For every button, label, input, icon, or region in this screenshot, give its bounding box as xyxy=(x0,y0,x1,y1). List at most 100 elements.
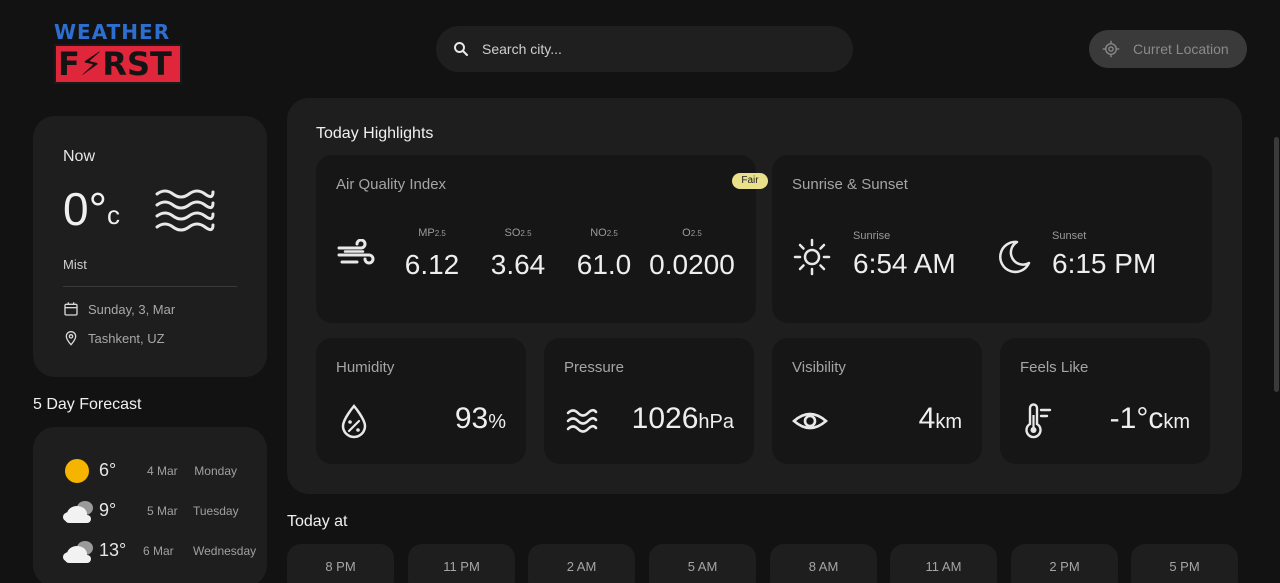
current-date: Sunday, 3, Mar xyxy=(88,302,176,317)
weather-description: Mist xyxy=(63,257,87,272)
search-bar[interactable] xyxy=(436,26,853,72)
hourly-item[interactable]: 8 AM xyxy=(770,544,877,583)
hourly-item[interactable]: 11 AM xyxy=(890,544,997,583)
divider xyxy=(63,286,237,287)
forecast-weekday: Tuesday xyxy=(193,504,239,518)
cloud-icon xyxy=(63,541,93,563)
aqi-item-name: NO xyxy=(590,227,607,239)
pressure-unit: hPa xyxy=(698,411,734,433)
air-quality-card: Air Quality Index Fair MP2.5 6.12 SO2.5 … xyxy=(316,155,768,323)
feels-like-unit: km xyxy=(1163,411,1190,433)
aqi-item-sub: 2.5 xyxy=(520,229,532,238)
forecast-row: 13° 6 Mar Wednesday xyxy=(63,537,257,565)
visibility-unit: km xyxy=(935,411,962,433)
scrollbar[interactable] xyxy=(1274,137,1279,392)
sunset-time: 6:15 PM xyxy=(1052,248,1157,279)
sun-label: Sunrise & Sunset xyxy=(792,176,908,193)
eye-icon xyxy=(792,412,828,430)
current-location: Tashkent, UZ xyxy=(88,331,165,346)
visibility-card: Visibility 4km xyxy=(772,338,982,464)
forecast-date: 5 Mar xyxy=(147,504,178,518)
logo[interactable]: WEATHER F⚡RST xyxy=(54,22,182,84)
feels-like-value: -1°ckm xyxy=(1110,402,1190,436)
sunrise-time: 6:54 AM xyxy=(853,248,956,279)
humidity-card: Humidity 93% xyxy=(316,338,526,464)
feels-like-number: -1°c xyxy=(1109,402,1164,435)
current-location-label: Curret Location xyxy=(1133,41,1229,57)
highlights-title: Today Highlights xyxy=(316,125,434,142)
hourly-item[interactable]: 5 PM xyxy=(1131,544,1238,583)
pressure-value: 1026hPa xyxy=(632,402,734,436)
location-pin-icon xyxy=(65,331,77,346)
aqi-item-name: SO xyxy=(504,227,521,239)
aqi-label: Air Quality Index xyxy=(336,176,447,193)
visibility-label: Visibility xyxy=(792,359,846,376)
cloud-icon xyxy=(63,501,93,523)
sunrise-icon xyxy=(793,238,831,276)
temperature-unit: c xyxy=(106,200,120,230)
hourly-item[interactable]: 5 AM xyxy=(649,544,756,583)
pressure-card: Pressure 1026hPa xyxy=(544,338,754,464)
forecast-date: 4 Mar xyxy=(147,464,178,478)
logo-bottom-text: F⚡RST xyxy=(54,44,182,84)
current-weather-card: Now 0°c Mist Sunday, 3, Mar Tashkent, UZ xyxy=(33,116,267,377)
now-title: Now xyxy=(63,148,96,165)
forecast-card: 6° 4 Mar Monday 9° 5 Mar Tuesday 13° 6 M… xyxy=(33,427,267,583)
sunrise-sunset-card: Sunrise & Sunset Sunrise 6:54 AM Sunset … xyxy=(772,155,1212,323)
aqi-item-value: 3.64 xyxy=(490,249,546,280)
aqi-item-sub: 2.5 xyxy=(690,229,702,238)
feels-like-card: Feels Like -1°ckm xyxy=(1000,338,1210,464)
aqi-item: O2.5 0.0200 xyxy=(642,227,742,281)
sun-icon xyxy=(65,459,89,483)
logo-top-text: WEATHER xyxy=(54,20,171,44)
forecast-temp: 13° xyxy=(99,540,127,560)
feels-like-label: Feels Like xyxy=(1020,359,1089,376)
humidity-label: Humidity xyxy=(336,359,395,376)
humidity-unit: % xyxy=(488,411,506,433)
mist-icon xyxy=(155,189,215,232)
humidity-number: 93 xyxy=(454,402,489,435)
aqi-item: NO2.5 61.0 xyxy=(564,227,644,281)
forecast-weekday: Wednesday xyxy=(193,544,257,558)
calendar-icon xyxy=(64,302,78,316)
aqi-item-sub: 2.5 xyxy=(606,229,618,238)
moon-icon xyxy=(999,240,1031,274)
aqi-item-sub: 2.5 xyxy=(434,229,446,238)
sunrise-label: Sunrise xyxy=(853,230,891,242)
aqi-item-value: 6.12 xyxy=(404,249,460,280)
visibility-value: 4km xyxy=(919,402,962,436)
forecast-row: 9° 5 Mar Tuesday xyxy=(63,497,243,525)
forecast-title: 5 Day Forecast xyxy=(33,396,142,413)
pressure-number: 1026 xyxy=(631,402,699,435)
aqi-item: SO2.5 3.64 xyxy=(478,227,558,281)
forecast-weekday: Monday xyxy=(194,464,237,478)
current-temperature: 0°c xyxy=(63,184,120,234)
visibility-number: 4 xyxy=(918,402,936,435)
forecast-temp: 9° xyxy=(99,500,117,520)
aqi-item: MP2.5 6.12 xyxy=(392,227,472,281)
highlights-panel: Today Highlights Air Quality Index Fair … xyxy=(287,98,1242,494)
search-icon xyxy=(454,42,469,57)
today-at-title: Today at xyxy=(287,513,348,530)
pressure-waves-icon xyxy=(566,408,598,433)
wind-icon xyxy=(337,239,375,265)
thermometer-icon xyxy=(1025,403,1052,439)
humidity-value: 93% xyxy=(455,402,506,436)
pressure-label: Pressure xyxy=(564,359,625,376)
hourly-item[interactable]: 2 AM xyxy=(528,544,635,583)
hourly-item[interactable]: 8 PM xyxy=(287,544,394,583)
sunset-label: Sunset xyxy=(1052,230,1087,242)
aqi-item-value: 0.0200 xyxy=(649,249,735,280)
aqi-item-name: O xyxy=(682,227,691,239)
hourly-item[interactable]: 2 PM xyxy=(1011,544,1118,583)
search-input[interactable] xyxy=(482,38,822,60)
forecast-row: 6° 4 Mar Monday xyxy=(63,457,243,485)
forecast-temp: 6° xyxy=(99,460,117,480)
forecast-date: 6 Mar xyxy=(143,544,174,558)
current-location-button[interactable]: Curret Location xyxy=(1089,30,1247,68)
humidity-icon xyxy=(341,404,367,439)
temperature-value: 0° xyxy=(63,183,107,235)
aqi-item-name: MP xyxy=(418,227,435,239)
hourly-item[interactable]: 11 PM xyxy=(408,544,515,583)
location-target-icon xyxy=(1102,40,1120,58)
